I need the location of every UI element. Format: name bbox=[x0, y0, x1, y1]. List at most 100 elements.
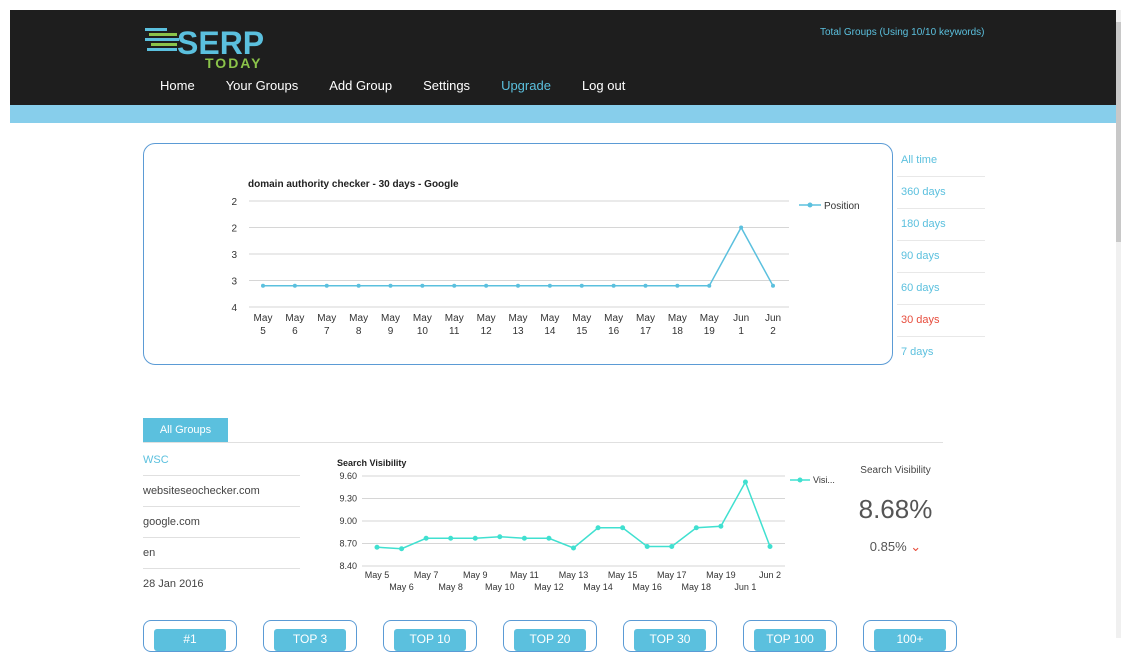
x-tick-label: 13 bbox=[512, 326, 524, 337]
position-chart-panel: domain authority checker - 30 days - Goo… bbox=[143, 143, 893, 365]
x-tick-label: 19 bbox=[704, 326, 716, 337]
data-point bbox=[399, 546, 405, 552]
range-7-days[interactable]: 7 days bbox=[897, 337, 985, 368]
x-tick-label: Jun 1 bbox=[734, 582, 756, 592]
data-point bbox=[452, 283, 457, 288]
x-tick-label: May 16 bbox=[632, 582, 662, 592]
x-tick-label: May bbox=[572, 313, 591, 324]
btn-top30[interactable]: TOP 30 bbox=[623, 620, 717, 652]
position-chart-title: domain authority checker - 30 days - Goo… bbox=[248, 179, 459, 190]
group-name-link[interactable]: WSC bbox=[143, 445, 300, 476]
data-point bbox=[595, 525, 601, 531]
range-30-days[interactable]: 30 days bbox=[897, 305, 985, 337]
nav-your-groups[interactable]: Your Groups bbox=[226, 78, 299, 93]
x-tick-label: 1 bbox=[738, 326, 744, 337]
data-point bbox=[669, 544, 675, 549]
y-tick-label: 4 bbox=[231, 303, 237, 314]
group-engine: google.com bbox=[143, 507, 300, 538]
x-tick-label: May 11 bbox=[510, 570, 539, 580]
logo-stripes-icon bbox=[145, 28, 179, 51]
x-tick-label: May bbox=[254, 313, 273, 324]
x-tick-label: May 6 bbox=[389, 582, 414, 592]
range-180-days[interactable]: 180 days bbox=[897, 209, 985, 241]
btn-top20-label: TOP 20 bbox=[514, 629, 586, 651]
btn-top20[interactable]: TOP 20 bbox=[503, 620, 597, 652]
tab-all-groups[interactable]: All Groups bbox=[143, 418, 228, 442]
data-point bbox=[521, 535, 527, 541]
data-point bbox=[546, 535, 552, 541]
x-tick-label: 7 bbox=[324, 326, 330, 337]
data-point bbox=[388, 283, 393, 288]
nav-home[interactable]: Home bbox=[160, 78, 195, 93]
data-point bbox=[611, 283, 616, 288]
data-point bbox=[497, 534, 503, 540]
x-tick-label: May 19 bbox=[706, 570, 736, 580]
nav-settings[interactable]: Settings bbox=[423, 78, 470, 93]
x-tick-label: May 9 bbox=[463, 570, 488, 580]
data-point bbox=[771, 283, 775, 288]
series-line bbox=[376, 480, 771, 550]
btn-top3-label: TOP 3 bbox=[274, 629, 346, 651]
x-tick-label: May 13 bbox=[559, 570, 589, 580]
data-point bbox=[644, 544, 650, 549]
x-tick-label: May bbox=[604, 313, 623, 324]
logo[interactable]: SERP TODAY bbox=[145, 22, 295, 70]
visibility-value: 8.68% bbox=[858, 494, 933, 524]
nav-logout[interactable]: Log out bbox=[582, 78, 625, 93]
data-point bbox=[742, 479, 748, 485]
btn-top3[interactable]: TOP 3 bbox=[263, 620, 357, 652]
data-point bbox=[516, 283, 520, 288]
visibility-chart-title: Search Visibility bbox=[337, 458, 406, 468]
x-tick-label: Jun bbox=[765, 313, 781, 324]
range-360-days[interactable]: 360 days bbox=[897, 177, 985, 209]
data-point bbox=[423, 535, 429, 541]
x-tick-label: May 17 bbox=[657, 570, 687, 580]
x-tick-label: May 15 bbox=[608, 570, 638, 580]
visibility-summary: Search Visibility 8.68% 0.85% ⌄ bbox=[848, 465, 943, 555]
x-tick-label: 10 bbox=[417, 326, 429, 337]
x-tick-label: 6 bbox=[292, 326, 298, 337]
x-tick-label: May bbox=[445, 313, 464, 324]
x-tick-label: 2 bbox=[770, 326, 776, 337]
scrollbar-thumb[interactable] bbox=[1116, 22, 1121, 242]
data-point bbox=[374, 544, 380, 550]
group-tab-bar: All Groups bbox=[143, 418, 943, 443]
data-point bbox=[324, 283, 329, 288]
x-tick-label: 8 bbox=[356, 326, 362, 337]
x-tick-label: May 8 bbox=[438, 582, 463, 592]
time-range-list: All time 360 days 180 days 90 days 60 da… bbox=[897, 145, 985, 368]
nav-upgrade[interactable]: Upgrade bbox=[501, 78, 551, 93]
btn-top10[interactable]: TOP 10 bbox=[383, 620, 477, 652]
data-point bbox=[571, 545, 576, 551]
visibility-change: 0.85% ⌄ bbox=[848, 539, 943, 555]
btn-top1[interactable]: #1 bbox=[143, 620, 237, 652]
position-chart: domain authority checker - 30 days - Goo… bbox=[231, 179, 859, 337]
y-tick-label: 2 bbox=[231, 197, 237, 208]
x-tick-label: Jun bbox=[733, 313, 749, 324]
y-tick-label: 9.30 bbox=[339, 494, 357, 504]
btn-top100[interactable]: TOP 100 bbox=[743, 620, 837, 652]
top-strip bbox=[0, 0, 1121, 10]
btn-100-plus[interactable]: 100+ bbox=[863, 620, 957, 652]
x-tick-label: May 5 bbox=[365, 570, 390, 580]
x-tick-label: May 14 bbox=[583, 582, 613, 592]
range-60-days[interactable]: 60 days bbox=[897, 273, 985, 305]
range-all-time[interactable]: All time bbox=[897, 145, 985, 177]
data-point bbox=[620, 525, 626, 531]
position-buttons: #1 TOP 3 TOP 10 TOP 20 TOP 30 TOP 100 10… bbox=[143, 620, 963, 652]
x-tick-label: May bbox=[700, 313, 719, 324]
x-tick-label: 18 bbox=[672, 326, 684, 337]
x-tick-label: May 12 bbox=[534, 582, 564, 592]
x-tick-label: 12 bbox=[481, 326, 493, 337]
data-point bbox=[643, 283, 648, 288]
total-groups-link[interactable]: Total Groups (Using 10/10 keywords) bbox=[820, 27, 985, 38]
data-point bbox=[767, 544, 773, 549]
range-90-days[interactable]: 90 days bbox=[897, 241, 985, 273]
x-tick-label: Jun 2 bbox=[759, 570, 781, 580]
nav-add-group[interactable]: Add Group bbox=[329, 78, 392, 93]
legend-marker bbox=[807, 202, 813, 208]
x-tick-label: 17 bbox=[640, 326, 652, 337]
y-tick-label: 9.60 bbox=[339, 471, 357, 481]
data-point bbox=[261, 283, 265, 288]
y-tick-label: 8.40 bbox=[339, 561, 357, 571]
